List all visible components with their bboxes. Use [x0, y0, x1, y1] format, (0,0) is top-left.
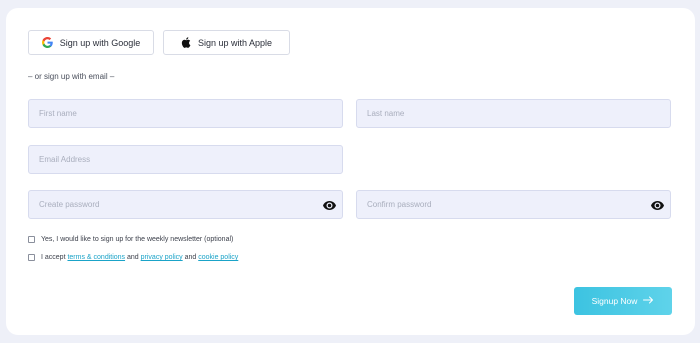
apple-logo-icon — [181, 37, 191, 48]
and-text-2: and — [182, 254, 199, 261]
and-text-1: and — [125, 254, 141, 261]
accept-terms-text: I accept terms & conditions and privacy … — [41, 254, 238, 261]
accept-terms-checkbox[interactable] — [28, 254, 35, 261]
terms-link[interactable]: terms & conditions — [67, 254, 125, 261]
google-logo-icon — [41, 37, 53, 48]
newsletter-label: Yes, I would like to sign up for the wee… — [41, 236, 234, 243]
signup-now-button[interactable]: Signup Now — [574, 287, 672, 315]
cookie-policy-link[interactable]: cookie policy — [198, 254, 238, 261]
accept-prefix: I accept — [41, 254, 68, 261]
accept-terms-option: I accept terms & conditions and privacy … — [28, 254, 238, 261]
last-name-field-wrapper — [356, 99, 671, 128]
eye-icon[interactable] — [322, 199, 336, 211]
email-input[interactable] — [29, 146, 342, 173]
confirm-password-input[interactable] — [357, 191, 670, 218]
apple-signup-label: Sign up with Apple — [197, 37, 273, 48]
newsletter-option: Yes, I would like to sign up for the wee… — [28, 236, 233, 243]
google-signup-label: Sign up with Google — [59, 37, 141, 48]
password-field-wrapper — [28, 190, 343, 219]
email-field-wrapper — [28, 145, 343, 174]
newsletter-checkbox[interactable] — [28, 236, 35, 243]
eye-icon[interactable] — [650, 199, 664, 211]
first-name-field-wrapper — [28, 99, 343, 128]
privacy-policy-link[interactable]: privacy policy — [141, 254, 183, 261]
signup-now-label: Signup Now — [591, 296, 638, 306]
confirm-password-field-wrapper — [356, 190, 671, 219]
apple-signup-button[interactable]: Sign up with Apple — [163, 30, 290, 55]
signup-card: Sign up with Google Sign up with Apple –… — [6, 8, 695, 335]
arrow-right-icon — [643, 296, 654, 306]
first-name-input[interactable] — [29, 100, 342, 127]
create-password-input[interactable] — [29, 191, 342, 218]
google-signup-button[interactable]: Sign up with Google — [28, 30, 154, 55]
email-divider-text: – or sign up with email – — [28, 72, 115, 81]
last-name-input[interactable] — [357, 100, 670, 127]
